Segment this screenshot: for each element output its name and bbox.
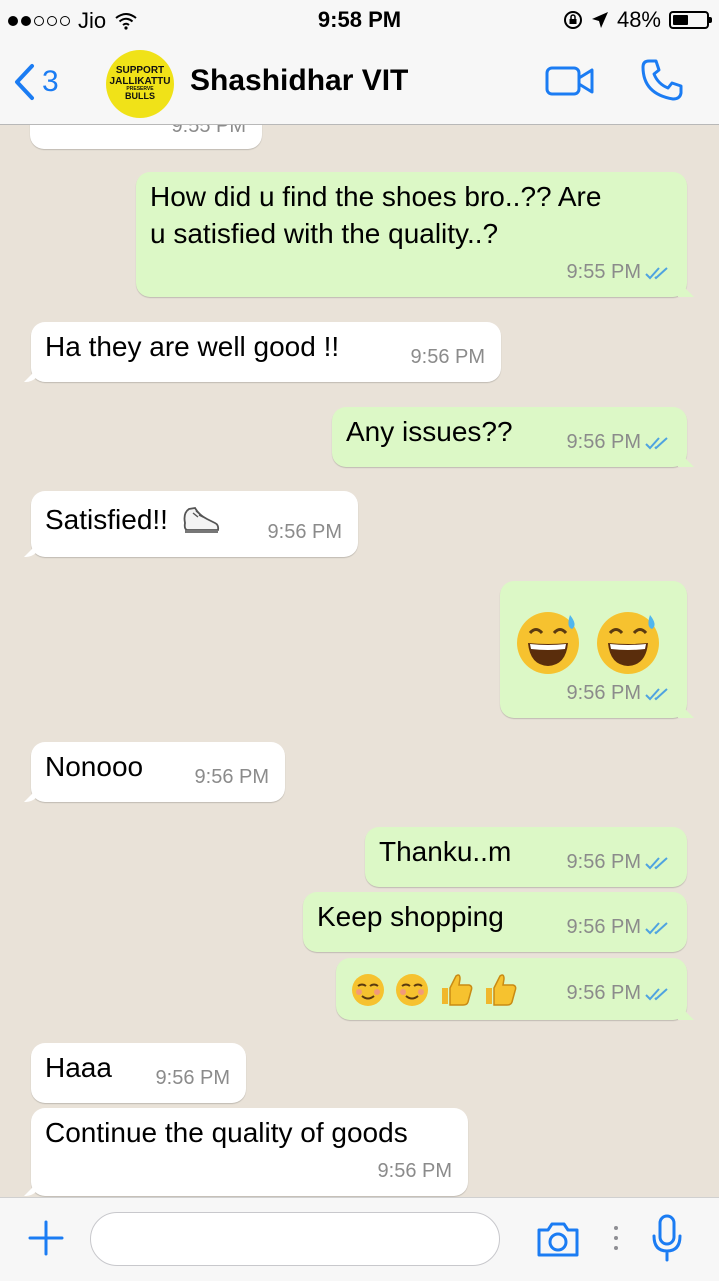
message-meta: 9:56 PM bbox=[567, 675, 671, 712]
message-time: 9:56 PM bbox=[194, 766, 269, 788]
message-time: 9:55 PM bbox=[171, 125, 246, 137]
message-text: u satisfied with the quality..? bbox=[150, 218, 499, 249]
battery-icon bbox=[669, 11, 712, 29]
relaxed-emoji-icon bbox=[396, 974, 428, 1006]
message-meta: 9:56 PM bbox=[567, 424, 671, 461]
message-text: Thanku..m bbox=[379, 836, 512, 867]
contact-name[interactable]: Shashidhar VIT bbox=[190, 64, 408, 98]
message-text: Ha they are well good !! bbox=[45, 331, 340, 362]
chevron-left-icon bbox=[15, 64, 34, 100]
location-arrow-icon bbox=[591, 12, 608, 28]
avatar[interactable]: SUPPORT JALLIKATTU PRESERVE BULLS bbox=[106, 50, 174, 118]
grinning-sweat-emoji-icon bbox=[517, 612, 579, 674]
input-bar bbox=[0, 1197, 719, 1281]
read-ticks-icon bbox=[645, 266, 668, 279]
battery-percent: 48% bbox=[616, 7, 661, 32]
sneaker-emoji-icon bbox=[183, 507, 220, 533]
message-time: 9:56 PM bbox=[566, 916, 641, 938]
message-time: 9:56 PM bbox=[566, 851, 641, 873]
message-time: 9:56 PM bbox=[155, 1067, 230, 1089]
plus-icon[interactable] bbox=[28, 1220, 64, 1256]
message-text: Haaa bbox=[45, 1052, 112, 1083]
read-ticks-icon bbox=[645, 436, 668, 449]
message-bubble-incoming[interactable]: Continue the quality of goods 9:56 PM bbox=[31, 1108, 468, 1196]
more-options-icon[interactable] bbox=[614, 1226, 618, 1250]
chat-area[interactable]: 9:55 PM How did u find the shoes bro..??… bbox=[0, 125, 719, 1197]
read-ticks-icon bbox=[645, 987, 668, 1000]
rotation-lock-icon bbox=[563, 11, 582, 29]
message-time: 9:56 PM bbox=[267, 521, 342, 543]
read-ticks-icon bbox=[645, 856, 668, 869]
read-ticks-icon bbox=[645, 687, 668, 700]
message-time: 9:55 PM bbox=[566, 261, 641, 283]
message-bubble-incoming[interactable]: Haaa 9:56 PM bbox=[31, 1043, 246, 1103]
message-time: 9:56 PM bbox=[377, 1160, 452, 1182]
message-text: Keep shopping bbox=[317, 901, 504, 932]
phone-call-icon[interactable] bbox=[640, 58, 684, 102]
message-text: Satisfied!! bbox=[45, 504, 168, 535]
status-bar: Jio 9:58 PM 48% bbox=[0, 0, 719, 40]
message-time: 9:56 PM bbox=[566, 682, 641, 704]
avatar-text-line: BULLS bbox=[125, 91, 155, 102]
chat-header: 3 SUPPORT JALLIKATTU PRESERVE BULLS Shas… bbox=[0, 40, 719, 125]
message-time: 9:56 PM bbox=[566, 431, 641, 453]
read-ticks-icon bbox=[645, 921, 668, 934]
unread-count: 3 bbox=[42, 65, 59, 98]
message-time: 9:56 PM bbox=[566, 982, 641, 1004]
thumbs-up-emoji-icon bbox=[442, 974, 473, 1006]
message-text: How did u find the shoes bro..?? Are bbox=[150, 181, 602, 212]
message-bubble-outgoing[interactable]: 9:56 PM bbox=[336, 958, 687, 1020]
message-bubble-outgoing[interactable]: How did u find the shoes bro..?? Are u s… bbox=[136, 172, 687, 297]
message-input[interactable] bbox=[90, 1212, 500, 1266]
message-bubble-outgoing[interactable]: 9:56 PM bbox=[500, 581, 687, 718]
relaxed-emoji-icon bbox=[352, 974, 384, 1006]
message-meta: 9:56 PM bbox=[567, 975, 671, 1012]
camera-icon[interactable] bbox=[535, 1220, 581, 1258]
grinning-sweat-emoji-icon bbox=[597, 612, 659, 674]
message-text: Any issues?? bbox=[346, 416, 513, 447]
microphone-icon[interactable] bbox=[650, 1214, 684, 1262]
message-bubble-incoming[interactable]: Satisfied!! 9:56 PM bbox=[31, 491, 358, 557]
thumbs-up-emoji-icon bbox=[486, 974, 517, 1006]
message-meta: 9:56 PM bbox=[567, 844, 671, 881]
message-text: Continue the quality of goods bbox=[45, 1117, 408, 1148]
status-right: 48% bbox=[563, 7, 712, 33]
message-bubble-outgoing[interactable]: Any issues?? 9:56 PM bbox=[332, 407, 687, 467]
message-meta: 9:56 PM bbox=[567, 909, 671, 946]
back-button[interactable]: 3 bbox=[12, 62, 59, 102]
message-meta: 9:55 PM bbox=[567, 254, 671, 291]
message-bubble-outgoing[interactable]: Keep shopping 9:56 PM bbox=[303, 892, 687, 952]
message-time: 9:56 PM bbox=[410, 346, 485, 368]
video-call-icon[interactable] bbox=[545, 66, 595, 96]
message-bubble-outgoing[interactable]: Thanku..m 9:56 PM bbox=[365, 827, 687, 887]
message-bubble-incoming[interactable]: 9:55 PM bbox=[30, 125, 262, 149]
message-text: Nonooo bbox=[45, 751, 144, 782]
message-bubble-incoming[interactable]: Ha they are well good !! 9:56 PM bbox=[31, 322, 501, 382]
message-bubble-incoming[interactable]: Nonooo 9:56 PM bbox=[31, 742, 285, 802]
